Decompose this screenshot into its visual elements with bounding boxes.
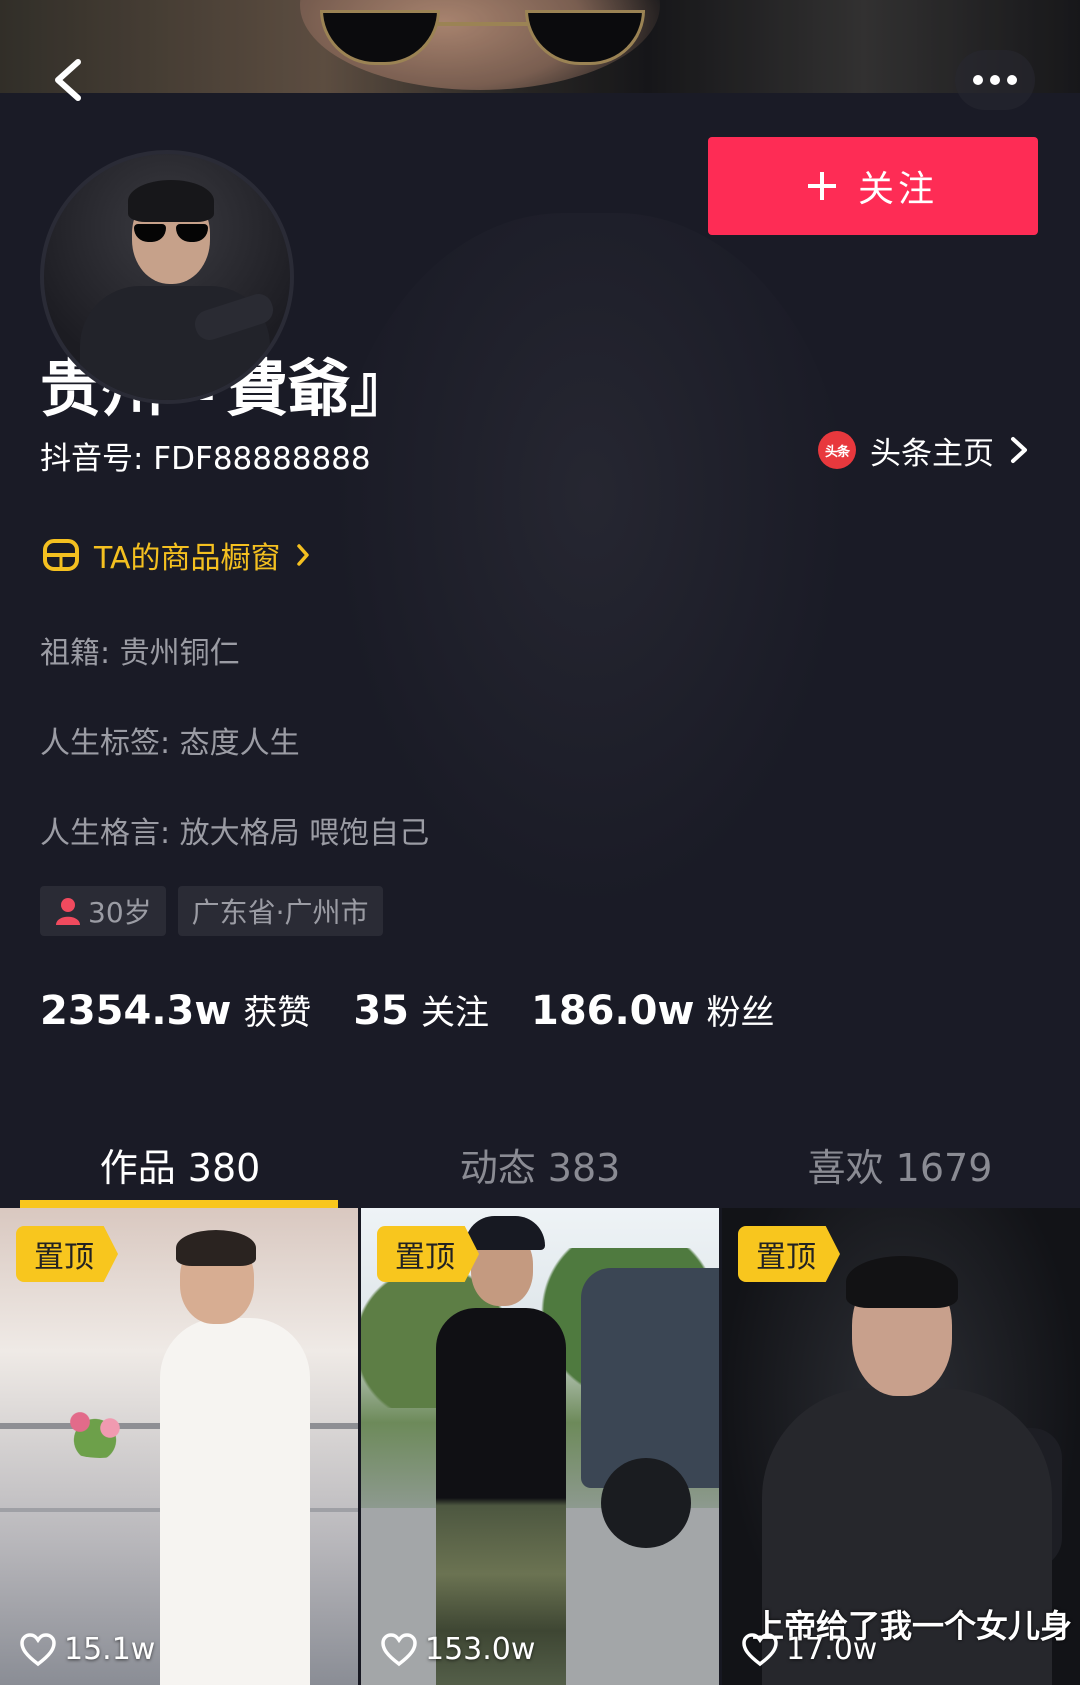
video-grid: 置顶 15.1w 置顶 153.0w 置顶 上帝给了我一个女儿身 17.0w [0, 1208, 1080, 1685]
pinned-badge: 置顶 [16, 1226, 118, 1282]
profile-panel: 关注 贵州『費爺』 抖音号: FDF88888888 头条 头条主页 TA的商品… [0, 93, 1080, 1208]
following-count: 35 [353, 988, 409, 1034]
active-tab-indicator [20, 1200, 338, 1208]
toutiao-label: 头条主页 [870, 435, 994, 472]
location-chip: 广东省·广州市 [177, 886, 383, 936]
toutiao-icon: 头条 [818, 431, 856, 469]
following-stat[interactable]: 35 关注 [353, 985, 489, 1034]
back-button[interactable] [48, 56, 88, 104]
video-likes-count: 153.0w [425, 1632, 536, 1667]
profile-tags: 30岁 广东省·广州市 [40, 886, 383, 936]
chevron-right-icon [296, 544, 309, 566]
video-likes: 15.1w [20, 1632, 155, 1667]
avatar[interactable] [40, 150, 294, 404]
shop-window-icon [43, 539, 79, 571]
douyin-id: 抖音号: FDF88888888 [40, 441, 371, 477]
video-likes-count: 17.0w [786, 1632, 878, 1667]
bio-life-tag: 人生标签: 态度人生 [40, 726, 300, 761]
followers-stat[interactable]: 186.0w 粉丝 [531, 985, 774, 1034]
follow-button[interactable]: 关注 [708, 137, 1038, 235]
bio-motto: 人生格言: 放大格局 喂饱自己 [40, 816, 430, 851]
tab-likes[interactable]: 喜欢 1679 [720, 1125, 1080, 1208]
content-tabs: 作品 380 动态 383 喜欢 1679 [0, 1125, 1080, 1208]
chevron-right-icon [1011, 437, 1027, 463]
chevron-left-icon [55, 59, 81, 101]
likes-stat: 2354.3w 获赞 [40, 985, 311, 1034]
pinned-badge: 置顶 [738, 1226, 840, 1282]
video-likes-count: 15.1w [64, 1632, 156, 1667]
product-showcase-link[interactable]: TA的商品橱窗 [42, 533, 311, 577]
heart-icon [381, 1632, 417, 1666]
likes-label: 获赞 [243, 993, 312, 1033]
more-button[interactable] [955, 50, 1035, 110]
heart-icon [742, 1632, 778, 1666]
toutiao-homepage-link[interactable]: 头条 头条主页 [818, 428, 1030, 472]
video-likes: 153.0w [381, 1632, 535, 1667]
following-label: 关注 [420, 993, 489, 1033]
profile-stats: 2354.3w 获赞 35 关注 186.0w 粉丝 [40, 985, 774, 1034]
age-label: 30岁 [88, 896, 152, 929]
age-chip: 30岁 [40, 886, 166, 936]
tab-moments[interactable]: 动态 383 [360, 1125, 720, 1208]
video-likes: 17.0w [742, 1632, 877, 1667]
shop-label: TA的商品橱窗 [94, 541, 281, 576]
tab-works[interactable]: 作品 380 [0, 1125, 360, 1208]
more-dots-icon [973, 75, 983, 85]
pinned-badge: 置顶 [377, 1226, 479, 1282]
likes-count: 2354.3w [40, 988, 232, 1034]
video-tile[interactable]: 置顶 上帝给了我一个女儿身 17.0w [722, 1208, 1080, 1685]
plus-icon [807, 172, 836, 200]
video-tile[interactable]: 置顶 15.1w [0, 1208, 358, 1685]
cover-overlay [0, 0, 1080, 93]
heart-icon [20, 1632, 56, 1666]
followers-label: 粉丝 [706, 993, 775, 1033]
bio-hometown: 祖籍: 贵州铜仁 [40, 636, 240, 671]
location-label: 广东省·广州市 [191, 896, 369, 929]
female-person-icon [56, 898, 80, 925]
video-tile[interactable]: 置顶 153.0w [361, 1208, 719, 1685]
followers-count: 186.0w [530, 988, 695, 1034]
follow-label: 关注 [857, 169, 938, 210]
